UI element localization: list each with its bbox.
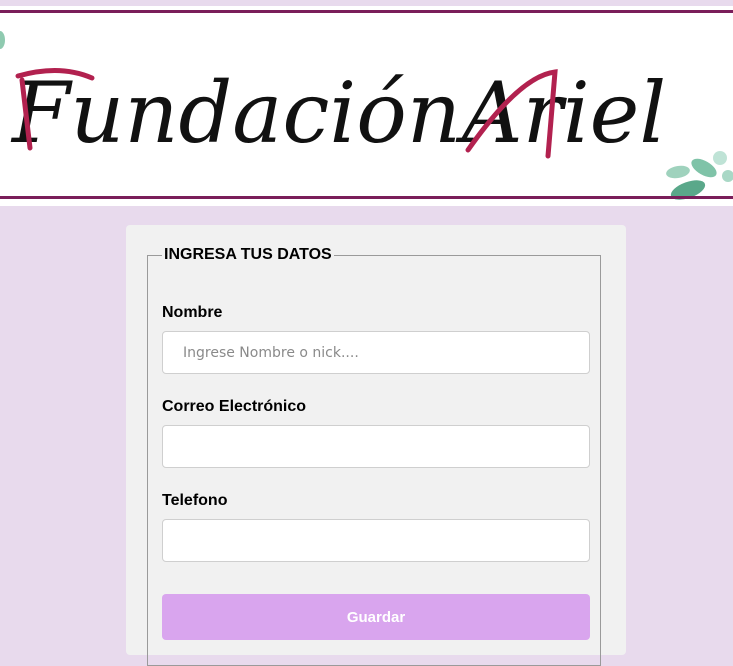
header-banner: Fundación Ariel: [0, 6, 733, 206]
form-legend: INGRESA TUS DATOS: [164, 246, 332, 263]
foundation-logo: Fundación Ariel: [10, 64, 666, 162]
banner-top-line: [0, 10, 733, 13]
svg-text:Ariel: Ariel: [455, 64, 666, 162]
name-input[interactable]: [162, 331, 590, 374]
name-label: Nombre: [162, 304, 223, 321]
save-button[interactable]: Guardar: [162, 594, 590, 640]
user-data-fieldset: INGRESA TUS DATOS Nombre Correo Electrón…: [147, 246, 601, 666]
email-input[interactable]: [162, 425, 590, 468]
phone-label: Telefono: [162, 492, 228, 509]
phone-input[interactable]: [162, 519, 590, 562]
svg-text:Fundación: Fundación: [10, 64, 461, 162]
email-label: Correo Electrónico: [162, 398, 307, 415]
banner-bottom-line: [0, 196, 733, 199]
logo-word-ariel: Ariel: [455, 64, 666, 162]
form-card: INGRESA TUS DATOS Nombre Correo Electrón…: [126, 225, 626, 666]
logo-word-fundacion: Fundación: [10, 64, 461, 162]
leaf-decoration-left-icon: [0, 31, 5, 49]
